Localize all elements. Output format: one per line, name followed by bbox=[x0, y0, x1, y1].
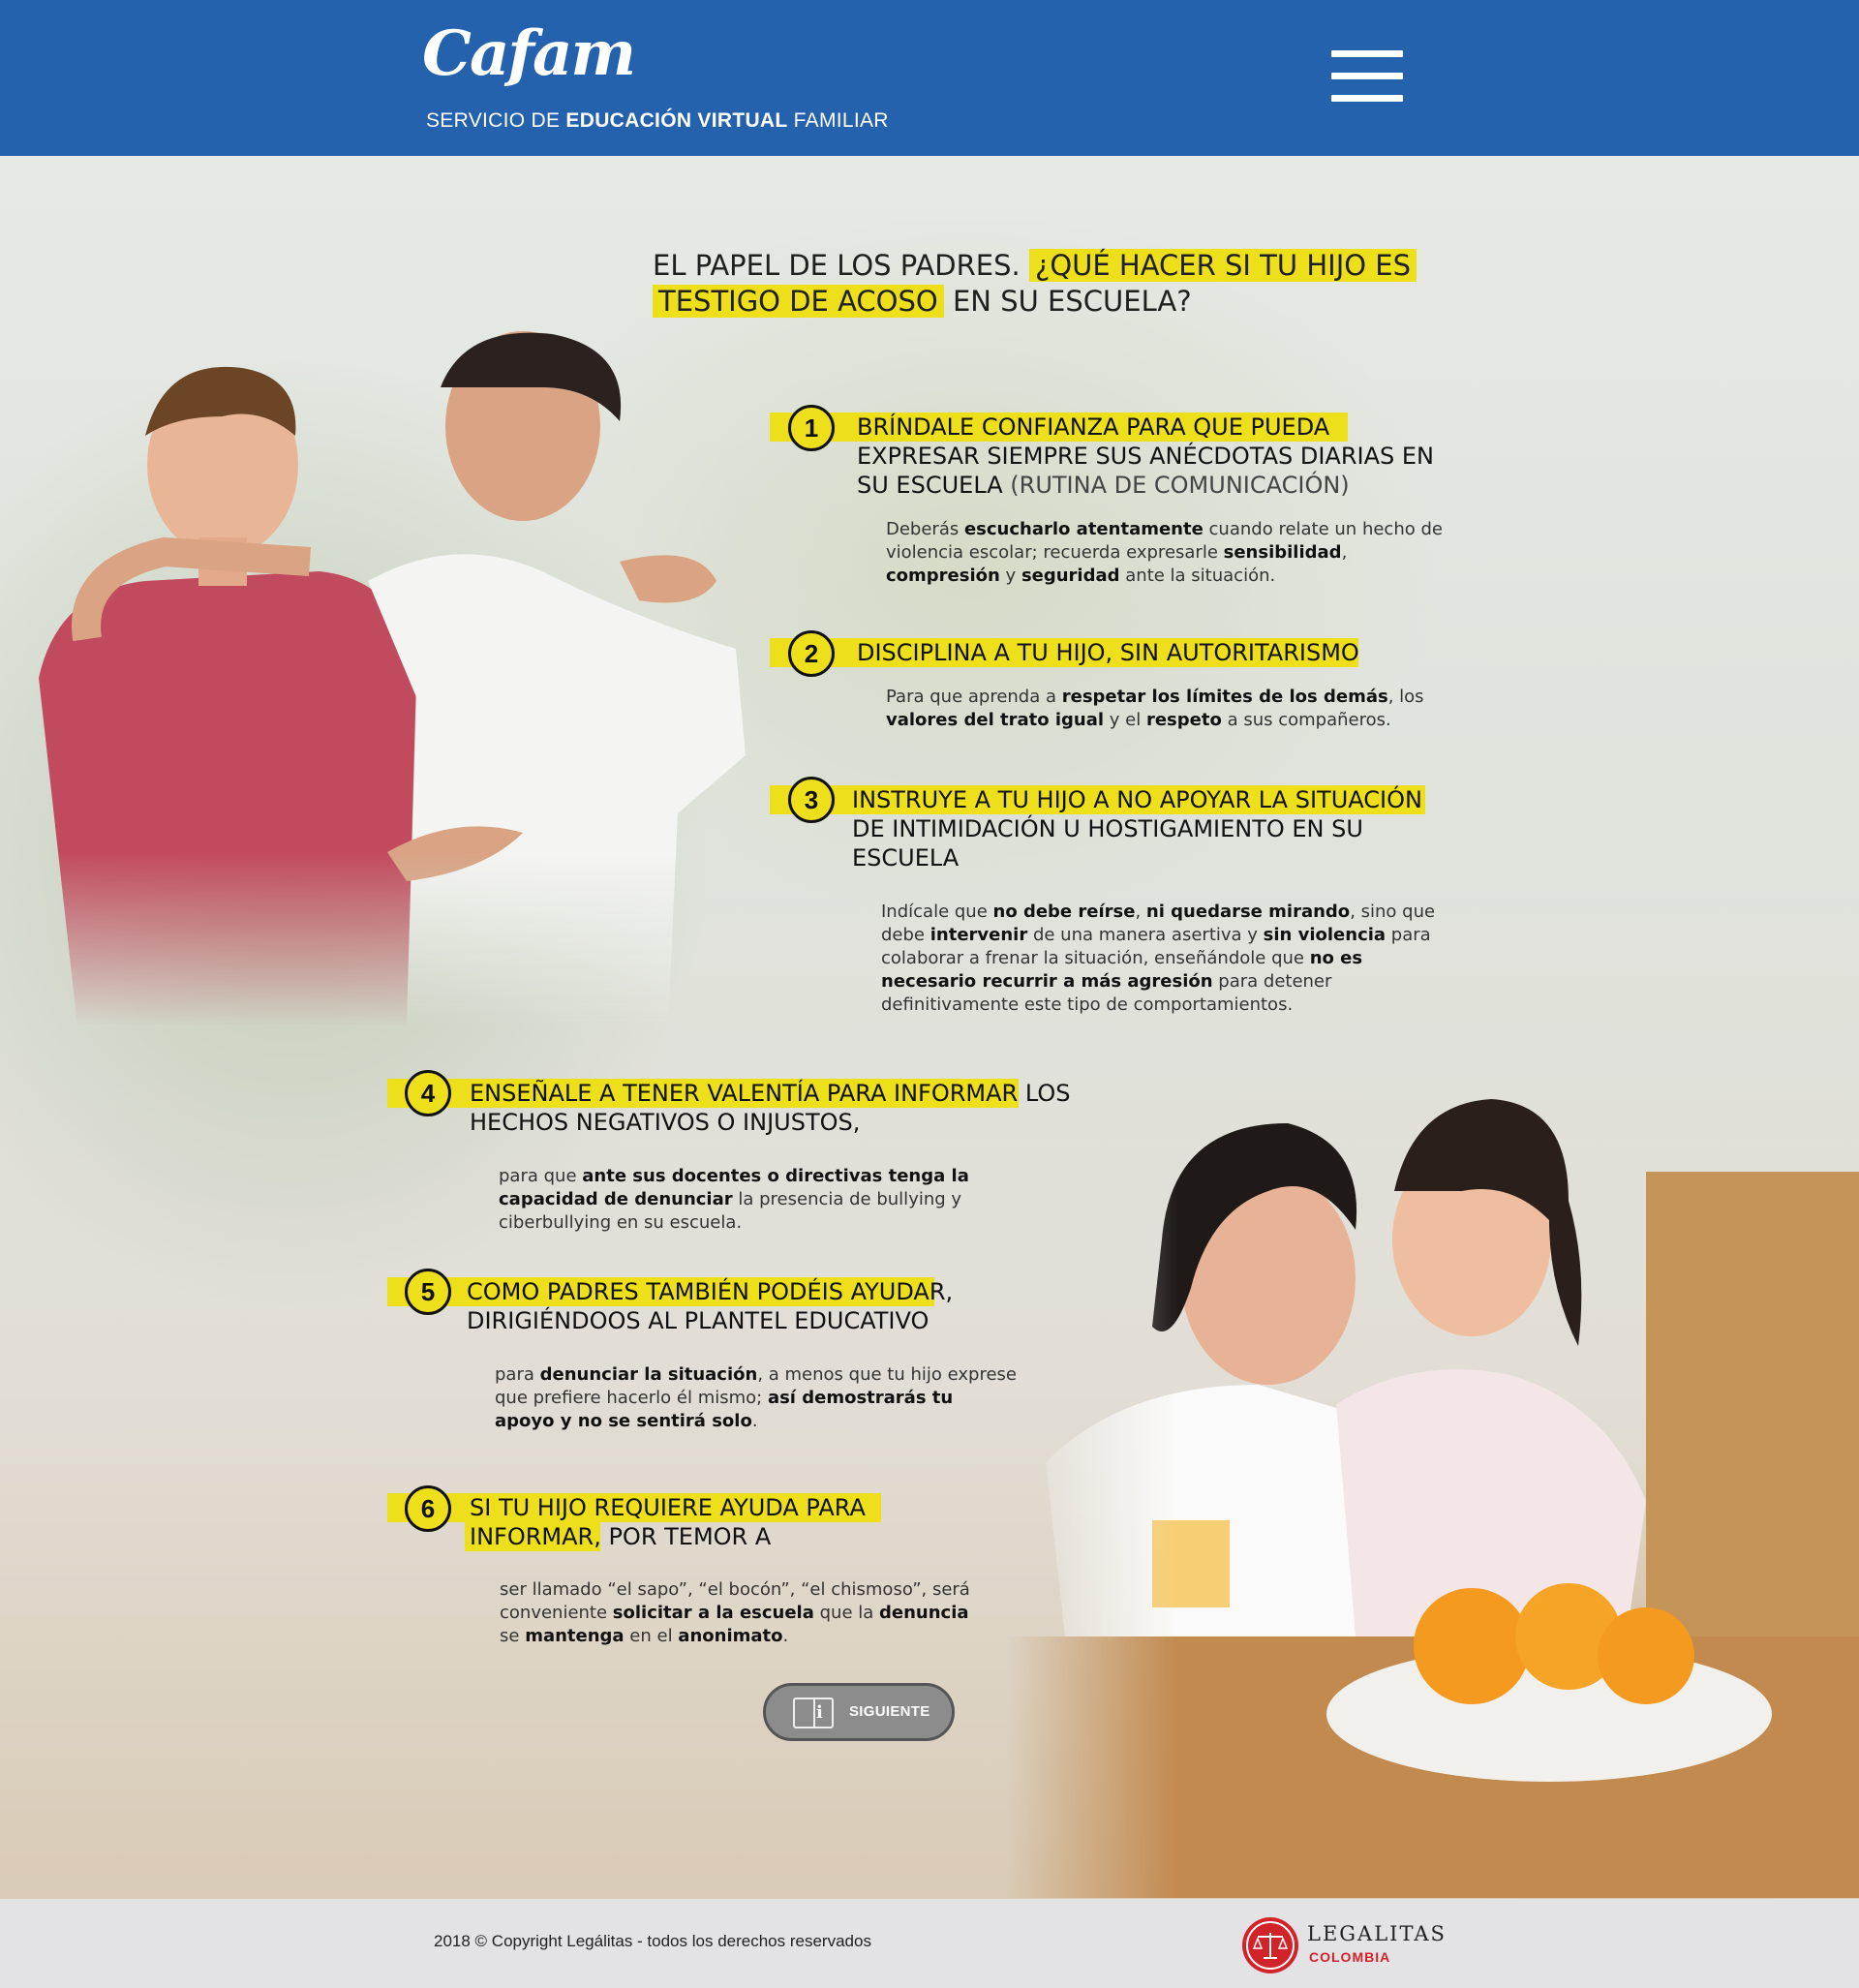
item-5-heading: COMO PADRES TAMBIÉN PODÉIS AYUDAR, DIRIG… bbox=[467, 1278, 954, 1334]
site-header: Cafam SERVICIO DE EDUCACIÓN VIRTUAL FAMI… bbox=[0, 0, 1859, 156]
item-3-text: Indícale que no debe reírse, ni quedarse… bbox=[881, 902, 1436, 1015]
logo-subtitle: SERVICIO DE EDUCACIÓN VIRTUAL FAMILIAR bbox=[426, 109, 889, 132]
mother-daughter-photo bbox=[1007, 1099, 1859, 1898]
item-5-number-badge: 5 bbox=[405, 1269, 451, 1315]
item-4-text: para que ante sus docentes o directivas … bbox=[499, 1166, 969, 1233]
legalitas-brand[interactable]: LEGALITAS bbox=[1307, 1922, 1447, 1945]
item-4-heading: ENSEÑALE A TENER VALENTÍA PARA INFORMAR … bbox=[470, 1080, 1071, 1136]
cafam-logo[interactable]: Cafam bbox=[422, 17, 636, 90]
copyright-text: 2018 © Copyright Legálitas - todos los d… bbox=[434, 1932, 871, 1950]
next-button[interactable]: i SIGUIENTE bbox=[763, 1683, 955, 1741]
page-title: EL PAPEL DE LOS PADRES. ¿QUÉ HACER SI TU… bbox=[653, 248, 1427, 320]
hamburger-menu-icon[interactable] bbox=[1331, 50, 1403, 103]
item-5-text: para denunciar la situación, a menos que… bbox=[495, 1364, 1017, 1431]
item-6-number-badge: 6 bbox=[405, 1485, 451, 1532]
item-1-heading: BRÍNDALE CONFIANZA PARA QUE PUEDA EXPRES… bbox=[857, 413, 1434, 499]
item-6-text: ser llamado “el sapo”, “el bocón”, “el c… bbox=[500, 1579, 970, 1646]
site-footer: 2018 © Copyright Legálitas - todos los d… bbox=[0, 1899, 1859, 1988]
item-3-number-badge: 3 bbox=[788, 777, 835, 823]
father-son-photo bbox=[39, 331, 746, 1026]
item-3-heading: INSTRUYE A TU HIJO A NO APOYAR LA SITUAC… bbox=[852, 786, 1422, 872]
next-button-label: SIGUIENTE bbox=[849, 1703, 930, 1720]
scales-icon[interactable] bbox=[1242, 1917, 1298, 1973]
item-2-number-badge: 2 bbox=[788, 630, 835, 677]
book-info-icon: i bbox=[793, 1697, 834, 1728]
legalitas-brand-sub: COLOMBIA bbox=[1309, 1949, 1391, 1965]
item-2-heading: DISCIPLINA A TU HIJO, SIN AUTORITARISMO bbox=[857, 639, 1359, 666]
item-6-heading: SI TU HIJO REQUIERE AYUDA PARA INFORMAR,… bbox=[470, 1494, 866, 1550]
item-2-text: Para que aprenda a respetar los límites … bbox=[886, 687, 1424, 730]
item-1-number-badge: 1 bbox=[788, 405, 835, 451]
item-1-text: Deberás escucharlo atentamente cuando re… bbox=[886, 519, 1443, 586]
item-4-number-badge: 4 bbox=[405, 1070, 451, 1116]
